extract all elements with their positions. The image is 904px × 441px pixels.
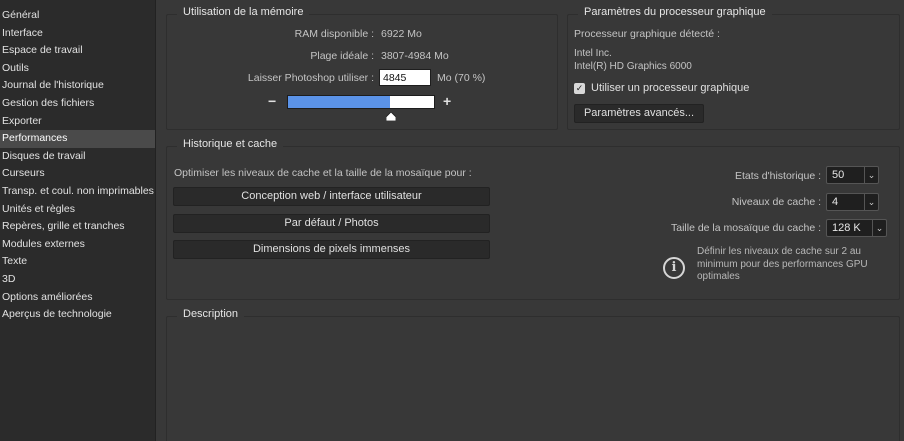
sidebar-item-gestion-des-fichiers[interactable]: Gestion des fichiers [0,95,155,113]
advanced-settings-button[interactable]: Paramètres avancés... [574,104,704,123]
sidebar-item-interface[interactable]: Interface [0,25,155,43]
sidebar-item-espace-de-travail[interactable]: Espace de travail [0,42,155,60]
chevron-down-icon: ⌄ [864,167,878,183]
sidebar-item-transp-et-coul-non-imprimables[interactable]: Transp. et coul. non imprimables [0,183,155,201]
gpu-model: Intel(R) HD Graphics 6000 [574,61,692,72]
info-icon: i [663,257,685,279]
chevron-down-icon: ⌄ [864,194,878,210]
sidebar: Général Interface Espace de travail Outils J… [0,0,156,441]
cache-tile-size-label: Taille de la mosaïque du cache : [670,222,821,234]
huge-pixels-preset-button[interactable]: Dimensions de pixels immenses [173,240,490,259]
sidebar-item-options-ameliorees[interactable]: Options améliorées [0,289,155,307]
let-photoshop-use-label: Laisser Photoshop utiliser : [247,72,374,84]
memory-unit-label: Mo (70 %) [437,72,486,84]
cache-optimize-label: Optimiser les niveaux de cache et la tai… [174,167,472,179]
sidebar-item-apercus-de-technologie[interactable]: Aperçus de technologie [0,306,155,324]
memory-decrease-button[interactable]: − [268,93,276,109]
sidebar-item-general[interactable]: Général [0,7,155,25]
default-photos-preset-button[interactable]: Par défaut / Photos [173,214,490,233]
cache-panel-title: Historique et cache [177,138,284,150]
description-panel-title: Description [177,308,245,320]
history-states-select[interactable]: 50 ⌄ [826,166,879,184]
ideal-range-value: 3807-4984 Mo [381,50,449,62]
sidebar-item-modules-externes[interactable]: Modules externes [0,236,155,254]
memory-increase-button[interactable]: + [443,93,451,109]
sidebar-item-curseurs[interactable]: Curseurs [0,165,155,183]
sidebar-item-exporter[interactable]: Exporter [0,113,155,131]
memory-slider-track[interactable] [287,95,435,109]
sidebar-item-3d[interactable]: 3D [0,271,155,289]
description-panel: Description [166,308,900,441]
chevron-down-icon: ⌄ [872,220,886,236]
cache-levels-label: Niveaux de cache : [731,196,821,208]
memory-slider-fill [288,96,391,108]
gpu-panel-title: Paramètres du processeur graphique [578,6,772,18]
sidebar-item-texte[interactable]: Texte [0,253,155,271]
sidebar-item-performances[interactable]: Performances [0,130,155,148]
memory-slider-thumb[interactable] [385,112,396,121]
gpu-vendor: Intel Inc. [574,48,612,59]
cache-levels-value: 4 [832,196,839,208]
use-gpu-checkbox[interactable]: ✓ [574,83,585,94]
use-gpu-label: Utiliser un processeur graphique [591,82,750,94]
cache-tile-size-value: 128 K [832,222,861,234]
ideal-range-label: Plage idéale : [310,50,374,62]
cache-levels-select[interactable]: 4 ⌄ [826,193,879,211]
memory-panel-title: Utilisation de la mémoire [177,6,310,18]
memory-amount-input[interactable] [379,69,431,86]
web-ui-preset-button[interactable]: Conception web / interface utilisateur [173,187,490,206]
cache-tile-size-select[interactable]: 128 K ⌄ [826,219,887,237]
sidebar-item-reperes-grille-et-tranches[interactable]: Repères, grille et tranches [0,218,155,236]
ram-available-value: 6922 Mo [381,28,422,40]
ram-available-label: RAM disponible : [294,28,374,40]
cache-info-text: Définir les niveaux de cache sur 2 au mi… [697,246,868,282]
sidebar-item-unites-et-regles[interactable]: Unités et règles [0,201,155,219]
sidebar-item-outils[interactable]: Outils [0,60,155,78]
history-states-label: Etats d'historique : [734,170,821,182]
sidebar-item-journal-de-l-historique[interactable]: Journal de l'historique [0,77,155,95]
history-states-value: 50 [832,169,845,181]
gpu-detected-label: Processeur graphique détecté : [574,28,720,40]
sidebar-item-disques-de-travail[interactable]: Disques de travail [0,148,155,166]
